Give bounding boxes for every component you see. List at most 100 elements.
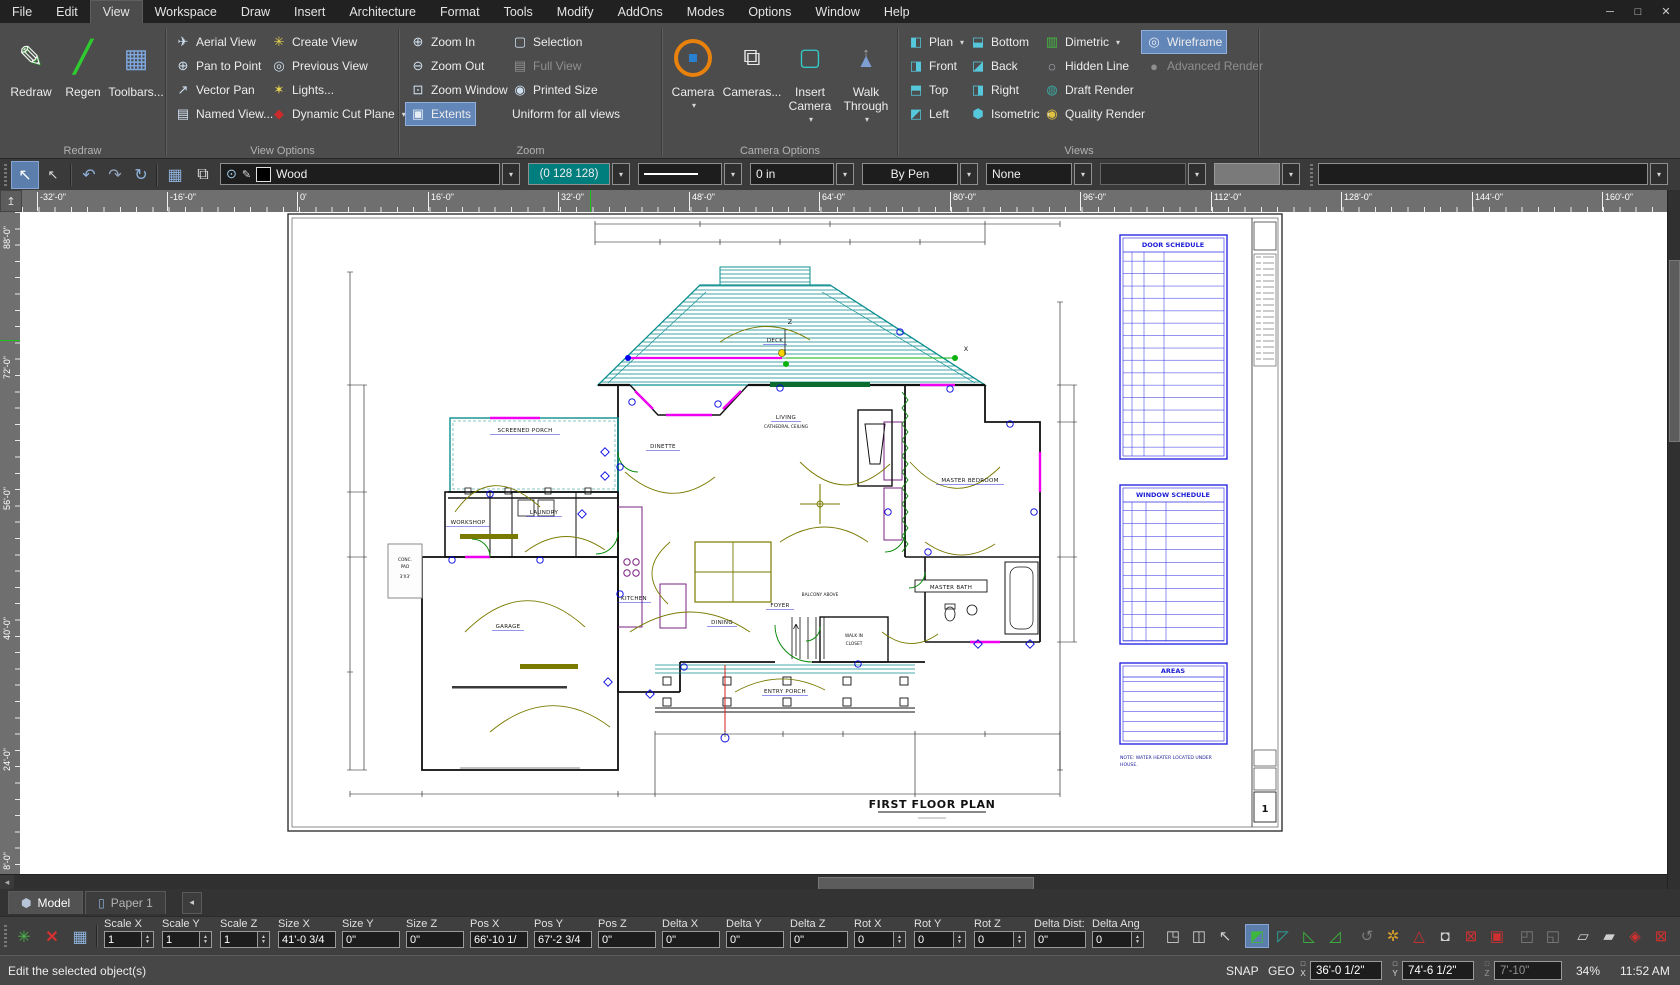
- rot-y-input[interactable]: 0: [914, 931, 954, 948]
- floor-plan-drawing[interactable]: 1 DOOR SCHEDULE WINDOW SCHEDULE: [20, 212, 1668, 874]
- menu-insert[interactable]: Insert: [282, 0, 337, 23]
- fence-crossing-button[interactable]: ◺: [1298, 925, 1320, 947]
- horizontal-ruler[interactable]: -32'-0" -16'-0" 0' 16'-0" 32'-0" 48'-0" …: [22, 190, 1668, 213]
- extents-button[interactable]: ▣Extents: [406, 103, 475, 125]
- ruler-corner-button[interactable]: ↥: [0, 190, 22, 212]
- delta-ang-stepper[interactable]: ▲▼: [1132, 931, 1144, 948]
- menu-draw[interactable]: Draw: [229, 0, 282, 23]
- clip-region-button[interactable]: ▣: [1486, 925, 1508, 947]
- pan-to-point-button[interactable]: ⊕Pan to Point: [171, 55, 265, 77]
- linetype-dropdown[interactable]: [638, 163, 722, 185]
- rot-z-stepper[interactable]: ▲▼: [1014, 931, 1026, 948]
- view-front-button[interactable]: ◨Front: [904, 55, 961, 77]
- hatch-type-dropdown-caret[interactable]: ▾: [1074, 163, 1092, 185]
- camera-button[interactable]: Camera ▾: [665, 31, 721, 131]
- menu-tools[interactable]: Tools: [492, 0, 545, 23]
- walk-through-button[interactable]: ↑▲ Walk Through ▾: [839, 31, 893, 131]
- scale-z-stepper[interactable]: ▲▼: [258, 931, 270, 948]
- stretch-frame-button[interactable]: ⊠: [1650, 925, 1672, 947]
- vertical-ruler[interactable]: 88'-0" 72'-0" 56'-0" 40'-0" 24'-0" 8'-0": [0, 212, 21, 874]
- menu-addons[interactable]: AddOns: [606, 0, 675, 23]
- menu-modes[interactable]: Modes: [675, 0, 737, 23]
- rot-x-input[interactable]: 0: [854, 931, 894, 948]
- lock-nodes-button[interactable]: ◈: [1624, 925, 1646, 947]
- command-input-caret[interactable]: ▾: [1650, 163, 1668, 185]
- size-x-input[interactable]: 41'-0 3/4: [278, 931, 336, 948]
- linetype-dropdown-caret[interactable]: ▾: [724, 163, 742, 185]
- node-select-tool-button[interactable]: ↖: [40, 162, 66, 188]
- pen-mode-dropdown[interactable]: By Pen: [862, 163, 958, 185]
- scale-z-input[interactable]: 1: [220, 931, 258, 948]
- explode-button[interactable]: ✲: [1382, 925, 1404, 947]
- edit-plane-button[interactable]: ◳: [1162, 925, 1184, 947]
- menu-edit[interactable]: Edit: [44, 0, 90, 23]
- redraw-button[interactable]: ✎ Redraw: [6, 31, 56, 131]
- dynamic-cut-plane-button[interactable]: ◆Dynamic Cut Plane▾: [267, 103, 410, 125]
- view-dimetric-button[interactable]: ▥Dimetric▾: [1040, 31, 1124, 53]
- scale-x-input[interactable]: 1: [104, 931, 142, 948]
- pos-y-input[interactable]: 67'-2 3/4: [534, 931, 592, 948]
- view-bottom-button[interactable]: ⬓Bottom: [966, 31, 1033, 53]
- command-input[interactable]: [1318, 163, 1648, 185]
- delete-button[interactable]: ✕: [40, 925, 64, 949]
- hatch-type-dropdown[interactable]: None: [986, 163, 1072, 185]
- properties-table-button[interactable]: ▦: [68, 925, 92, 949]
- delta-ang-input[interactable]: 0: [1092, 931, 1132, 948]
- view-right-button[interactable]: ◨Right: [966, 79, 1023, 101]
- minimize-icon[interactable]: ─: [1604, 6, 1616, 18]
- close-icon[interactable]: ✕: [1660, 5, 1672, 18]
- redo-button[interactable]: ↷: [102, 162, 128, 188]
- menu-modify[interactable]: Modify: [545, 0, 606, 23]
- vertical-scroll-thumb[interactable]: [1669, 260, 1680, 442]
- delta-z-input[interactable]: 0": [790, 931, 848, 948]
- toolbar-grip-2[interactable]: [1310, 164, 1313, 186]
- snap-toggle[interactable]: SNAP: [1226, 964, 1259, 978]
- mirror-skew-button[interactable]: ▰: [1598, 925, 1620, 947]
- delta-y-input[interactable]: 0": [726, 931, 784, 948]
- press-fit-button[interactable]: ◘: [1434, 925, 1456, 947]
- fence-connect-button[interactable]: ◿: [1324, 925, 1346, 947]
- lineweight-dropdown[interactable]: 0 in: [750, 163, 834, 185]
- scale-x-stepper[interactable]: ▲▼: [142, 931, 154, 948]
- menu-view[interactable]: View: [90, 0, 143, 23]
- named-view-button[interactable]: ▤Named View...: [171, 103, 277, 125]
- propbar-grip[interactable]: [4, 925, 7, 947]
- tab-paper-1[interactable]: ▯ Paper 1: [85, 891, 166, 914]
- fence-outside-button[interactable]: ◸: [1272, 925, 1294, 947]
- layer-dropdown[interactable]: ⊙ ✎ Wood: [220, 163, 500, 185]
- attribute-table-button[interactable]: ▦: [162, 162, 188, 188]
- aerial-view-button[interactable]: ✈Aerial View: [171, 31, 260, 53]
- zoom-in-button[interactable]: ⊕Zoom In: [406, 31, 479, 53]
- copy-skew-button[interactable]: ▱: [1572, 925, 1594, 947]
- scale-y-stepper[interactable]: ▲▼: [200, 931, 212, 948]
- toolbars-button[interactable]: ▦ Toolbars...: [110, 31, 162, 131]
- view-top-button[interactable]: ⬒Top: [904, 79, 952, 101]
- create-view-button[interactable]: ✳Create View: [267, 31, 361, 53]
- select-tool-button[interactable]: ↖: [12, 162, 38, 188]
- menu-options[interactable]: Options: [736, 0, 803, 23]
- y-coordinate-toggle[interactable]: Y: [1390, 960, 1400, 978]
- drawing-canvas[interactable]: 1 DOOR SCHEDULE WINDOW SCHEDULE: [20, 212, 1668, 874]
- maximize-icon[interactable]: □: [1632, 6, 1644, 18]
- previous-view-button[interactable]: ◎Previous View: [267, 55, 372, 77]
- menu-window[interactable]: Window: [803, 0, 871, 23]
- pen-mode-dropdown-caret[interactable]: ▾: [960, 163, 978, 185]
- menu-format[interactable]: Format: [428, 0, 492, 23]
- draft-render-button[interactable]: ◍Draft Render: [1040, 79, 1138, 101]
- lasso-select-button[interactable]: ↻: [128, 162, 154, 188]
- node-edit-button[interactable]: ✳: [12, 925, 36, 949]
- z-coordinate-toggle[interactable]: Z: [1482, 960, 1492, 978]
- insert-camera-button[interactable]: ▢ Insert Camera ▾: [783, 31, 837, 131]
- node-pointer-button[interactable]: ↖: [1214, 925, 1236, 947]
- view-back-button[interactable]: ◪Back: [966, 55, 1022, 77]
- pos-x-input[interactable]: 66'-10 1/: [470, 931, 528, 948]
- x-coordinate-toggle[interactable]: X: [1298, 960, 1308, 978]
- layer-dropdown-caret[interactable]: ▾: [502, 163, 520, 185]
- triangulate-button[interactable]: △: [1408, 925, 1430, 947]
- rot-y-stepper[interactable]: ▲▼: [954, 931, 966, 948]
- vertical-scrollbar[interactable]: [1667, 190, 1680, 889]
- cameras-button[interactable]: ⧉ Cameras...: [723, 31, 781, 131]
- scroll-left-icon[interactable]: ◂: [0, 875, 14, 890]
- vector-pan-button[interactable]: ↗Vector Pan: [171, 79, 259, 101]
- fence-inside-button[interactable]: ◩: [1246, 925, 1268, 947]
